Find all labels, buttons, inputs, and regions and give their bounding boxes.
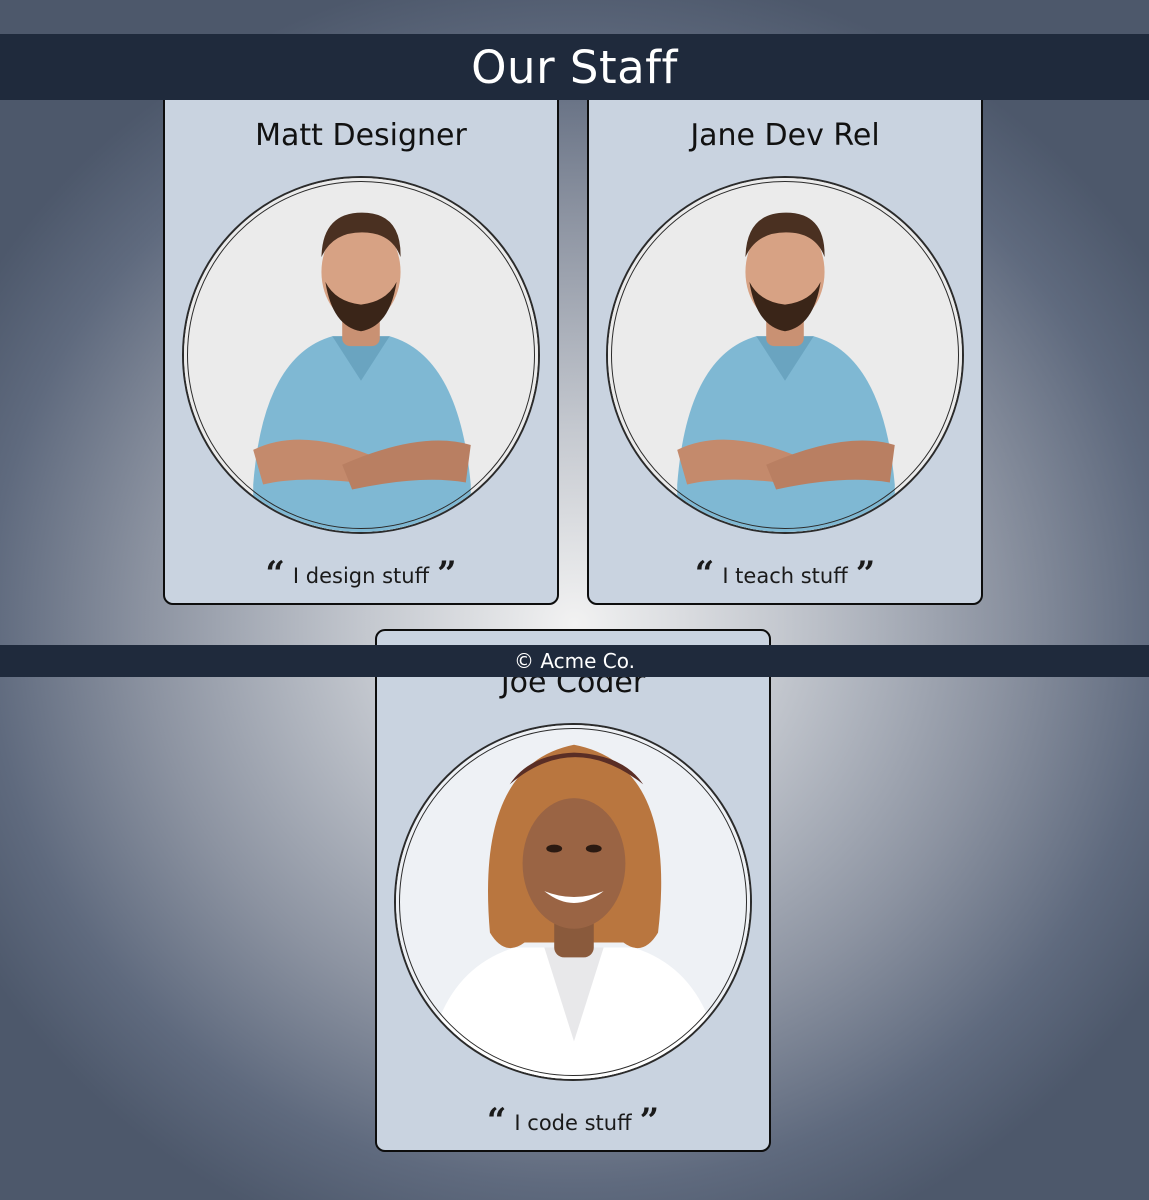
staff-card: Jane Dev Rel “ I teach stuff ” [587, 88, 983, 605]
open-quote-icon: “ [486, 1101, 507, 1141]
man-portrait-icon [608, 178, 962, 532]
staff-quote-text: I teach stuff [722, 564, 848, 588]
open-quote-icon: “ [265, 554, 285, 594]
woman-portrait-icon [396, 725, 750, 1079]
site-footer: © Acme Co. [0, 645, 1149, 677]
staff-quote-text: I code stuff [514, 1111, 632, 1135]
copyright-text: © Acme Co. [513, 649, 636, 673]
staff-name: Jane Dev Rel [690, 118, 880, 153]
close-quote-icon: ” [437, 554, 457, 594]
staff-name: Matt Designer [255, 118, 467, 153]
close-quote-icon: ” [855, 554, 876, 594]
staff-quote: “ I teach stuff ” [589, 554, 981, 594]
staff-quote: “ I design stuff ” [165, 554, 557, 594]
close-quote-icon: ” [639, 1101, 660, 1141]
page-title: Our Staff [471, 40, 678, 94]
man-portrait-icon [184, 178, 538, 532]
staff-photo [606, 176, 964, 534]
open-quote-icon: “ [694, 554, 715, 594]
staff-photo [394, 723, 752, 1081]
staff-quote-text: I design stuff [292, 564, 430, 588]
staff-quote: “ I code stuff ” [377, 1101, 769, 1141]
staff-photo [182, 176, 540, 534]
staff-card: Matt Designer “ I design stuff ” [163, 88, 559, 605]
staff-card: Joe Coder “I code stuff” [375, 629, 771, 1152]
site-header: Our Staff [0, 34, 1149, 100]
